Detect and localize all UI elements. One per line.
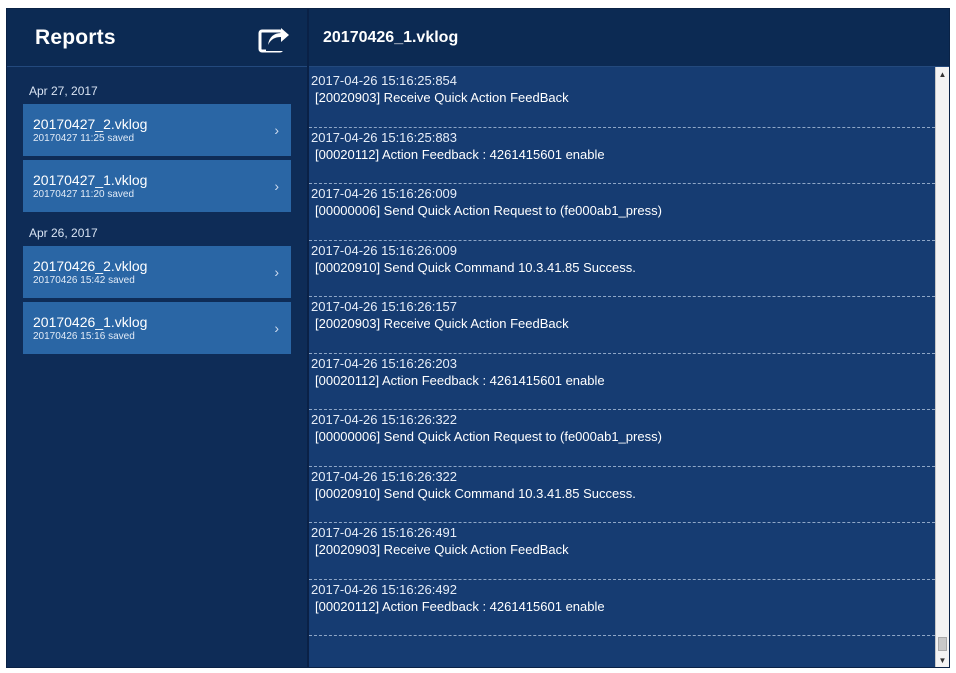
log-timestamp: 2017-04-26 15:16:26:322 <box>311 468 458 484</box>
log-file-title: 20170426_1.vklog <box>323 28 459 46</box>
log-message: [00020112] Action Feedback : 4261415601 … <box>315 372 605 388</box>
log-scroll-area[interactable]: 2017-04-26 15:16:25:854 [20020903] Receiv… <box>309 67 949 667</box>
log-viewer: 20170426_1.vklog 2017-04-26 15:16:25:854… <box>309 9 949 667</box>
log-timestamp: 2017-04-26 15:16:26:322 <box>311 412 458 427</box>
log-entry: 2017-04-26 15:16:25:854 [20020903] Receiv… <box>309 71 935 128</box>
scroll-thumb[interactable] <box>938 637 947 651</box>
sidebar-header: Reports <box>7 9 307 67</box>
report-saved-time: 20170427 11:25 saved <box>33 132 135 144</box>
scroll-up-icon[interactable]: ▲ <box>936 67 950 81</box>
log-entry: 2017-04-26 15:16:26:203 [00020112] Action… <box>309 354 935 410</box>
reports-window: Reports Apr 27, 2017 20170427_2.vklog 20… <box>6 8 950 668</box>
log-entry: 2017-04-26 15:16:25:883 [00020112] Action… <box>309 128 935 184</box>
chevron-right-icon: › <box>274 320 279 336</box>
log-entry: 2017-04-26 15:16:26:009 [00020910] Send Q… <box>309 241 935 297</box>
log-timestamp: 2017-04-26 15:16:26:157 <box>311 299 458 314</box>
log-timestamp: 2017-04-26 15:16:26:203 <box>311 355 458 371</box>
report-name: 20170427_1.vklog <box>33 171 148 188</box>
reports-sidebar: Reports Apr 27, 2017 20170427_2.vklog 20… <box>7 9 309 667</box>
sidebar-title: Reports <box>35 25 116 49</box>
log-timestamp: 2017-04-26 15:16:26:009 <box>311 242 458 258</box>
share-export-icon <box>258 27 289 52</box>
log-message: [00000006] Send Quick Action Request to … <box>315 203 662 218</box>
log-message: [00000006] Send Quick Action Request to … <box>315 429 662 444</box>
report-saved-time: 20170426 15:16 saved <box>33 330 135 342</box>
report-saved-time: 20170427 11:20 saved <box>33 188 135 200</box>
log-message: [00020910] Send Quick Command 10.3.41.85… <box>315 485 636 501</box>
log-timestamp: 2017-04-26 15:16:26:491 <box>311 525 458 540</box>
log-message: [20020903] Receive Quick Action FeedBack <box>315 90 569 105</box>
scroll-track[interactable] <box>936 81 949 653</box>
report-name: 20170426_2.vklog <box>33 257 148 274</box>
log-message: [20020903] Receive Quick Action FeedBack <box>315 316 569 331</box>
chevron-right-icon: › <box>274 264 279 280</box>
report-saved-time: 20170426 15:42 saved <box>33 274 135 286</box>
log-message: [00020910] Send Quick Command 10.3.41.85… <box>315 259 636 275</box>
export-button[interactable] <box>255 19 293 57</box>
log-timestamp: 2017-04-26 15:16:26:009 <box>311 186 458 201</box>
report-item[interactable]: 20170427_2.vklog 20170427 11:25 saved › <box>23 104 291 156</box>
chevron-right-icon: › <box>274 122 279 138</box>
log-entry: 2017-04-26 15:16:26:491 [20020903] Receiv… <box>309 523 935 580</box>
group-date-apr-27: Apr 27, 2017 <box>29 84 98 98</box>
log-entry: 2017-04-26 15:16:26:157 [20020903] Receiv… <box>309 297 935 354</box>
log-timestamp: 2017-04-26 15:16:25:883 <box>311 129 458 145</box>
chevron-right-icon: › <box>274 178 279 194</box>
log-entry: 2017-04-26 15:16:26:492 [00020112] Action… <box>309 580 935 636</box>
log-viewer-header: 20170426_1.vklog <box>309 9 949 67</box>
log-message: [20020903] Receive Quick Action FeedBack <box>315 542 569 557</box>
report-item[interactable]: 20170426_2.vklog 20170426 15:42 saved › <box>23 246 291 298</box>
report-item[interactable]: 20170427_1.vklog 20170427 11:20 saved › <box>23 160 291 212</box>
vertical-scrollbar[interactable]: ▲ ▼ <box>935 67 949 667</box>
log-message: [00020112] Action Feedback : 4261415601 … <box>315 598 605 614</box>
report-name: 20170426_1.vklog <box>33 313 148 330</box>
log-entry: 2017-04-26 15:16:26:009 [00000006] Send Q… <box>309 184 935 241</box>
log-timestamp: 2017-04-26 15:16:25:854 <box>311 73 458 88</box>
log-entry: 2017-04-26 15:16:26:322 [00020910] Send Q… <box>309 467 935 523</box>
report-name: 20170427_2.vklog <box>33 115 148 132</box>
scroll-down-icon[interactable]: ▼ <box>936 653 950 667</box>
log-list: 2017-04-26 15:16:25:854 [20020903] Receiv… <box>309 67 935 667</box>
group-date-apr-26: Apr 26, 2017 <box>29 226 98 240</box>
log-entry: 2017-04-26 15:16:26:322 [00000006] Send Q… <box>309 410 935 467</box>
report-item-selected[interactable]: 20170426_1.vklog 20170426 15:16 saved › <box>23 302 291 354</box>
log-message: [00020112] Action Feedback : 4261415601 … <box>315 146 605 162</box>
log-timestamp: 2017-04-26 15:16:26:492 <box>311 581 458 597</box>
